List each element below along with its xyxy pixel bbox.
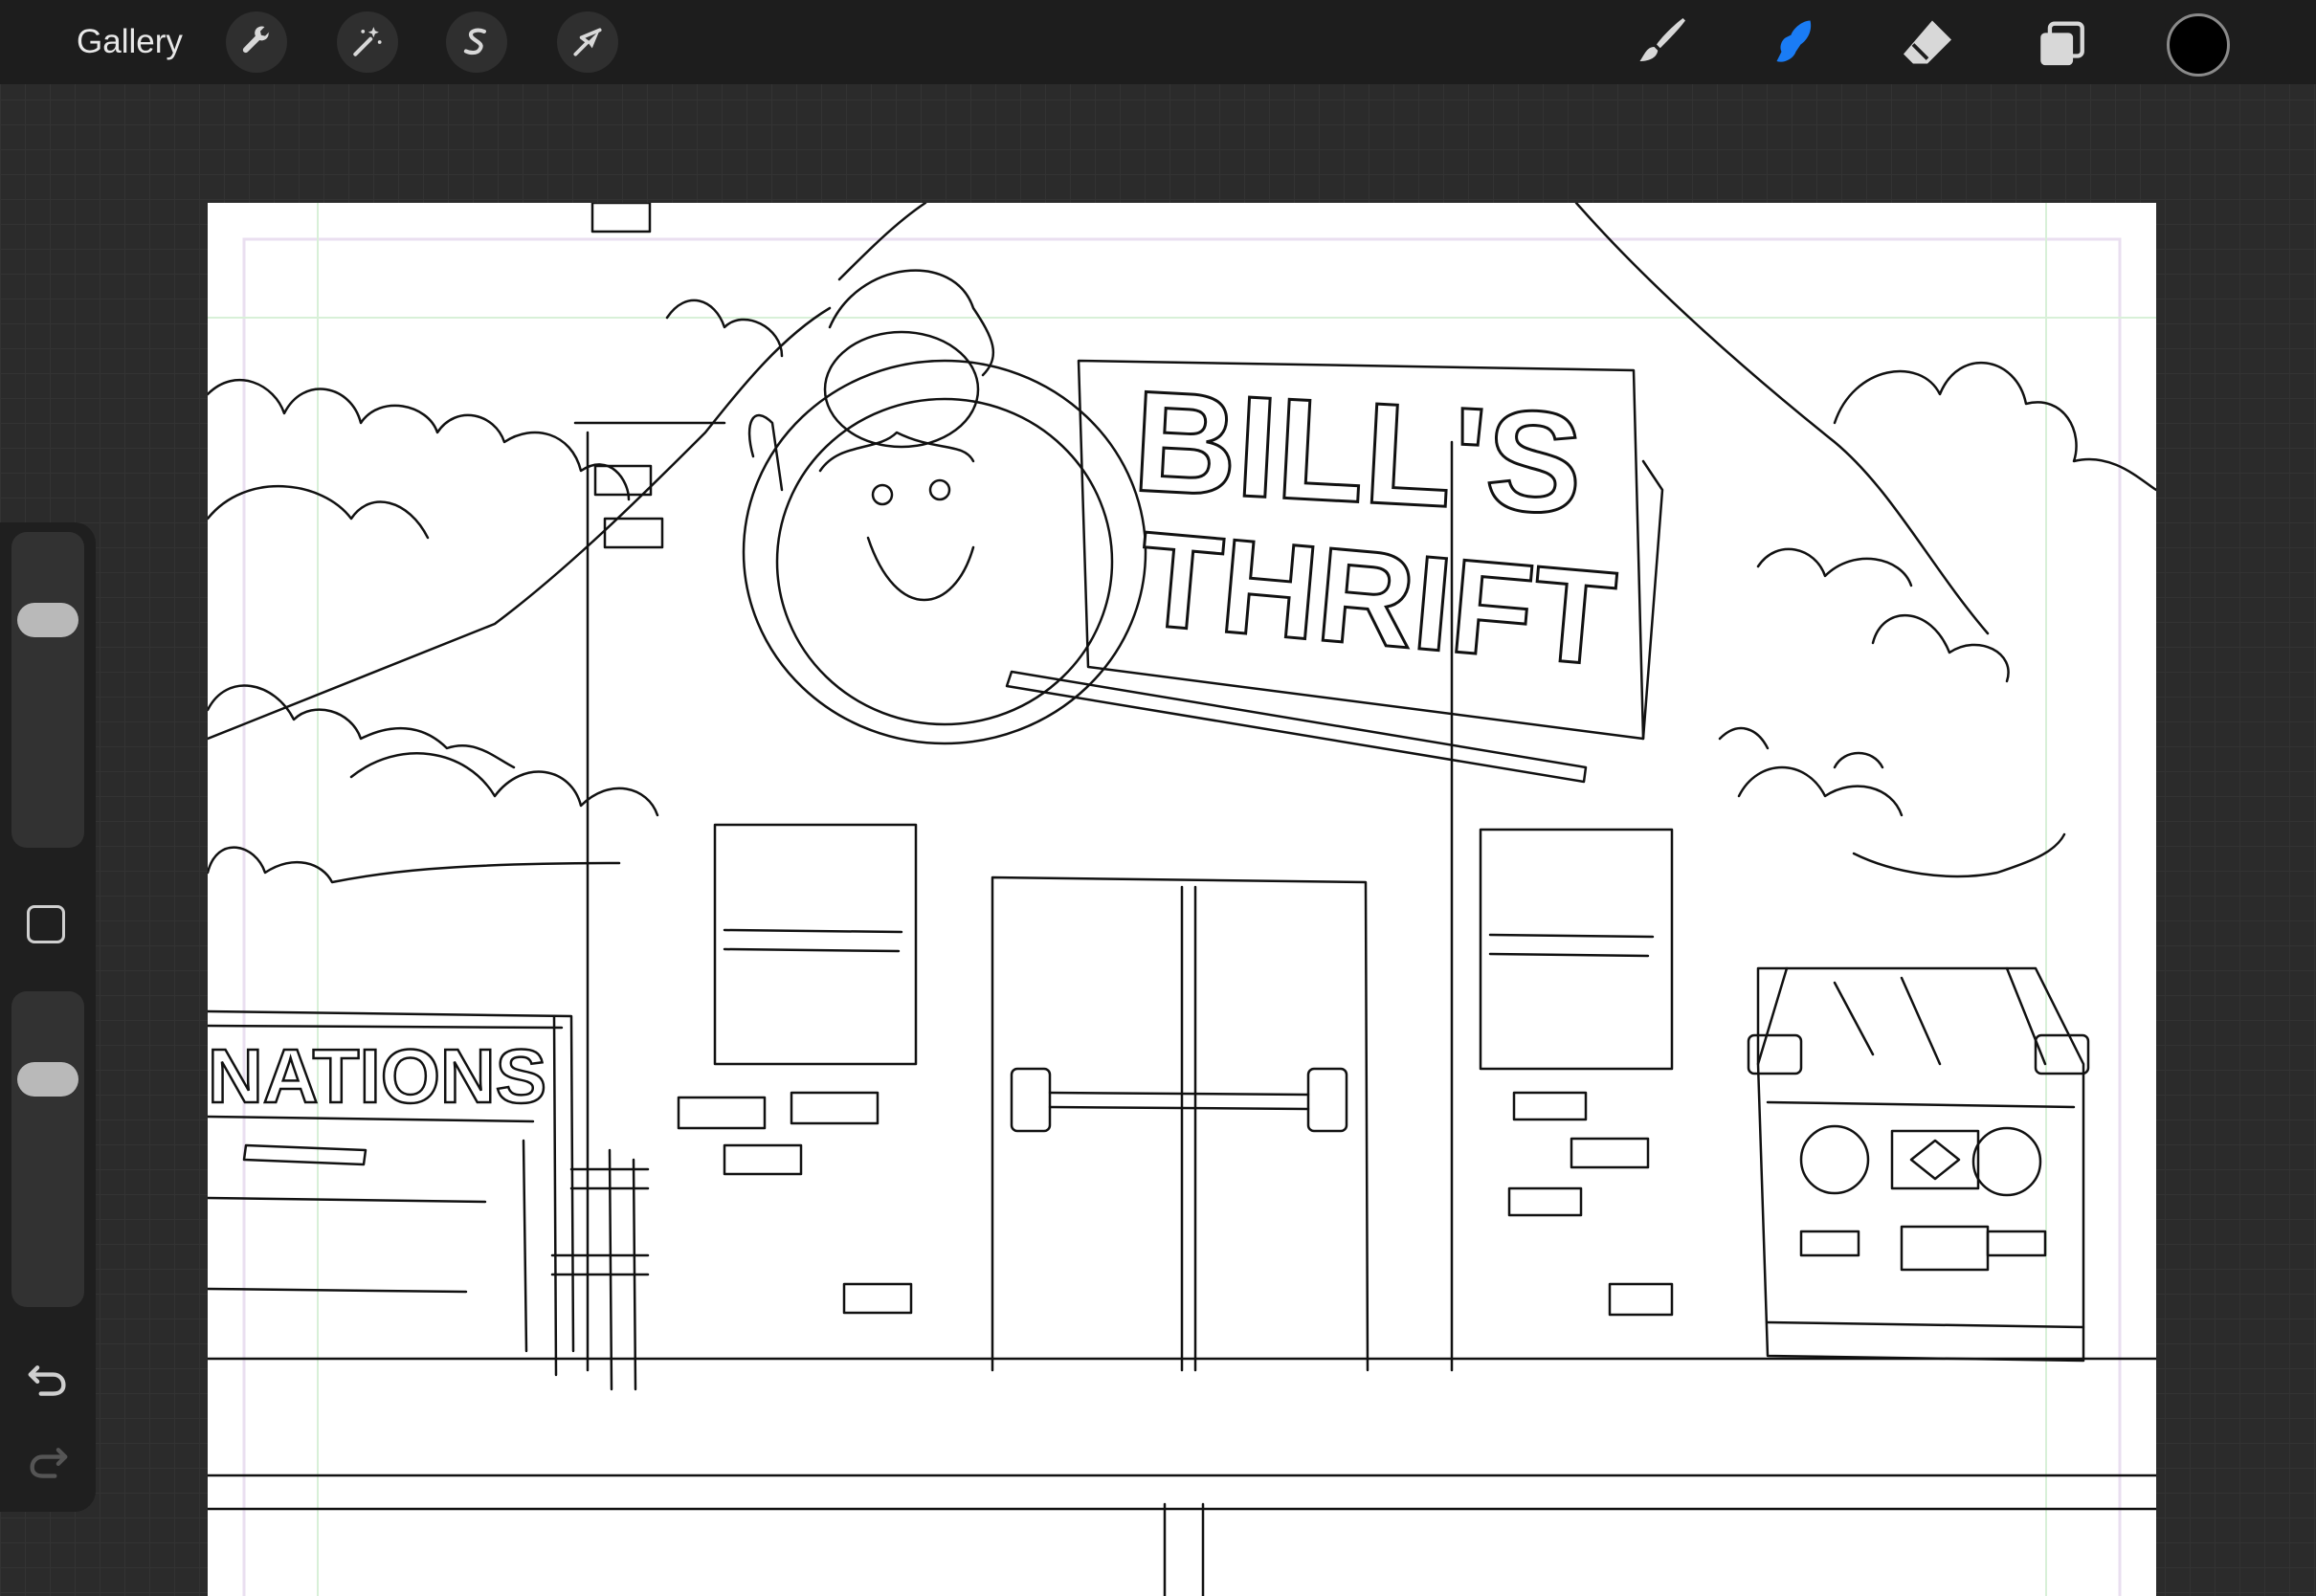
selection-button[interactable] [446,11,507,73]
brush-opacity-slider[interactable] [11,991,84,1307]
redo-icon [30,1448,68,1478]
eraser-button[interactable] [1895,10,1960,75]
paint-brush-button[interactable] [1629,10,1694,75]
brush-size-thumb[interactable] [17,603,78,637]
color-picker-button[interactable] [2167,13,2230,77]
undo-icon [28,1365,66,1396]
transform-button[interactable] [557,11,618,73]
modify-button[interactable] [27,905,65,943]
arrow-cursor-icon [573,28,602,56]
brush-icon [1639,18,1685,61]
brush-size-slider[interactable] [11,532,84,848]
selection-s-icon [463,28,486,55]
drawing-canvas[interactable]: BILL'S THRIFT NATIONS [208,203,2156,1596]
eraser-icon [1904,20,1951,64]
wrench-icon [242,26,270,54]
left-sidebar [0,522,96,1512]
side-sign-text: NATIONS [208,1033,546,1119]
layers-button[interactable] [2029,10,2094,75]
magic-wand-icon [353,27,382,56]
smudge-icon [1776,20,1812,62]
redo-button[interactable] [23,1441,73,1483]
smudge-button[interactable] [1761,10,1826,75]
gallery-button[interactable]: Gallery [77,21,183,63]
top-toolbar: Gallery [0,0,2316,84]
actions-button[interactable] [226,11,287,73]
sketch-artwork: BILL'S THRIFT NATIONS [208,203,2156,1596]
brush-opacity-thumb[interactable] [17,1062,78,1097]
undo-button[interactable] [23,1359,73,1401]
layers-icon [2040,21,2084,66]
adjustments-button[interactable] [337,11,398,73]
